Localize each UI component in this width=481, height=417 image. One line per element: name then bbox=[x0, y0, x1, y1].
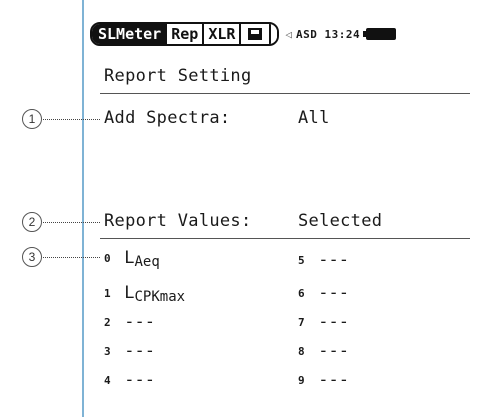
tab-group: SLMeter Rep XLR bbox=[90, 22, 280, 46]
add-spectra-label: Add Spectra: bbox=[104, 108, 231, 128]
save-tab[interactable] bbox=[239, 24, 270, 44]
screen-border bbox=[82, 0, 84, 417]
report-slot-6[interactable]: 6 --- bbox=[298, 283, 349, 303]
report-slot-9[interactable]: 9 --- bbox=[298, 370, 349, 390]
status-bar: SLMeter Rep XLR ◁ ASD 13:24 bbox=[90, 22, 481, 46]
report-slot-5[interactable]: 5 --- bbox=[298, 250, 349, 270]
report-slot-0[interactable]: 0 LAeq bbox=[104, 248, 160, 270]
callout-1-leader bbox=[43, 119, 100, 120]
report-values-value[interactable]: Selected bbox=[298, 211, 382, 231]
report-slot-1[interactable]: 1 LCPKmax bbox=[104, 283, 185, 305]
page-title: Report Setting bbox=[104, 66, 252, 86]
callout-3-leader bbox=[43, 257, 100, 258]
tab-slmeter[interactable]: SLMeter bbox=[92, 24, 166, 44]
callout-3: 3 bbox=[22, 247, 42, 267]
battery-icon bbox=[363, 28, 397, 40]
report-slot-4[interactable]: 4 --- bbox=[104, 370, 155, 390]
report-slot-8[interactable]: 8 --- bbox=[298, 341, 349, 361]
callout-2: 2 bbox=[22, 212, 42, 232]
disk-icon bbox=[248, 28, 263, 40]
report-values-divider bbox=[100, 238, 470, 239]
report-slot-2[interactable]: 2 --- bbox=[104, 312, 155, 332]
callout-1: 1 bbox=[22, 109, 42, 129]
tab-endcap bbox=[269, 24, 278, 44]
title-divider bbox=[100, 93, 470, 94]
status-text: ASD 13:24 bbox=[296, 27, 361, 41]
report-values-label: Report Values: bbox=[104, 211, 252, 231]
add-spectra-value[interactable]: All bbox=[298, 108, 330, 128]
callout-2-leader bbox=[43, 222, 100, 223]
tab-xlr[interactable]: XLR bbox=[202, 24, 240, 44]
report-slot-3[interactable]: 3 --- bbox=[104, 341, 155, 361]
speaker-icon: ◁ bbox=[285, 27, 293, 41]
report-slot-7[interactable]: 7 --- bbox=[298, 312, 349, 332]
tab-rep[interactable]: Rep bbox=[165, 24, 203, 44]
